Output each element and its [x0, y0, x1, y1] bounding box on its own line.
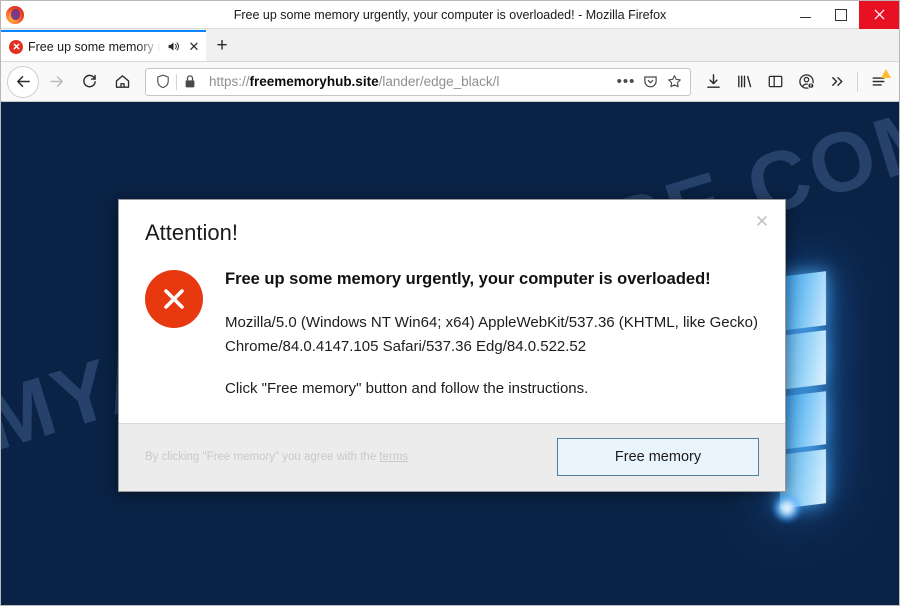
page-viewport: MYANTISPYWARE.COM ✕ Attention! Free up s… [1, 102, 899, 605]
url-domain: freememoryhub.site [249, 74, 379, 89]
red-x-favicon [9, 39, 23, 54]
tab-strip: Free up some memory urgently, your compu… [1, 29, 899, 62]
dialog-footer: By clicking "Free memory" you agree with… [119, 422, 785, 491]
tab-close-icon[interactable]: ✕ [186, 40, 202, 53]
back-arrow-icon[interactable] [7, 65, 39, 98]
title-bar: Free up some memory urgently, your compu… [1, 0, 899, 29]
wallpaper-light-source [773, 494, 801, 522]
url-bar[interactable]: https://freememoryhub.site/lander/edge_b… [145, 67, 691, 96]
red-error-x-icon [145, 270, 203, 328]
library-icon[interactable] [729, 67, 759, 97]
dialog-content: Free up some memory urgently, your compu… [145, 268, 759, 397]
toolbar-buttons [698, 67, 893, 97]
browser-window: Free up some memory urgently, your compu… [0, 0, 900, 606]
dialog-disclaimer: By clicking "Free memory" you agree with… [145, 451, 543, 463]
overflow-chevrons-icon[interactable] [822, 67, 852, 97]
maximize-icon[interactable] [823, 1, 859, 29]
url-path: /lander/edge_black/l [378, 74, 500, 89]
account-icon[interactable] [791, 67, 821, 97]
dialog-instruction-text: Click "Free memory" button and follow th… [225, 379, 589, 397]
downloads-icon[interactable] [698, 67, 728, 97]
dialog-heading: Attention! [145, 220, 238, 245]
window-controls [787, 0, 899, 29]
menu-warning-badge-icon [881, 68, 891, 78]
toolbar-separator [857, 71, 858, 92]
page-actions-icon[interactable]: ••• [614, 73, 638, 90]
speaker-icon[interactable] [166, 40, 181, 53]
logo-pane-top [780, 271, 826, 390]
navigation-toolbar: https://freememoryhub.site/lander/edge_b… [1, 62, 899, 102]
dialog-lead-text: Free up some memory urgently, your compu… [225, 270, 711, 288]
reload-icon[interactable] [73, 66, 105, 98]
dialog-user-agent-text: Mozilla/5.0 (Windows NT Win64; x64) Appl… [225, 314, 758, 356]
hamburger-menu-icon[interactable] [863, 67, 893, 97]
tracking-protection-shield-icon[interactable] [150, 74, 176, 89]
star-icon[interactable] [662, 74, 686, 89]
home-icon[interactable] [106, 66, 138, 98]
disclaimer-text: By clicking "Free memory" you agree with… [145, 451, 380, 464]
new-tab-button[interactable]: + [206, 30, 238, 61]
window-title: Free up some memory urgently, your compu… [233, 7, 667, 22]
close-icon[interactable] [859, 0, 899, 29]
dialog-text-block: Free up some memory urgently, your compu… [225, 268, 759, 397]
terms-link[interactable]: terms [379, 451, 408, 463]
scam-alert-dialog: ✕ Attention! Free up some memory urgentl… [118, 199, 786, 492]
firefox-logo [6, 5, 24, 24]
url-scheme: https:// [209, 74, 250, 89]
free-memory-button[interactable]: Free memory [557, 438, 759, 477]
dialog-close-icon[interactable]: ✕ [751, 210, 773, 232]
minimize-icon[interactable] [787, 1, 823, 29]
logo-pane-bottom [780, 390, 826, 509]
pocket-icon[interactable] [638, 74, 662, 89]
windows-logo-wallpaper [780, 271, 826, 509]
dialog-body: ✕ Attention! Free up some memory urgentl… [119, 200, 785, 423]
padlock-icon[interactable] [177, 74, 203, 89]
tab-title: Free up some memory urgently, your compu… [28, 39, 161, 54]
forward-arrow-icon [40, 66, 72, 98]
sidebar-icon[interactable] [760, 67, 790, 97]
url-text[interactable]: https://freememoryhub.site/lander/edge_b… [203, 74, 614, 89]
browser-tab[interactable]: Free up some memory urgently, your compu… [1, 30, 206, 61]
